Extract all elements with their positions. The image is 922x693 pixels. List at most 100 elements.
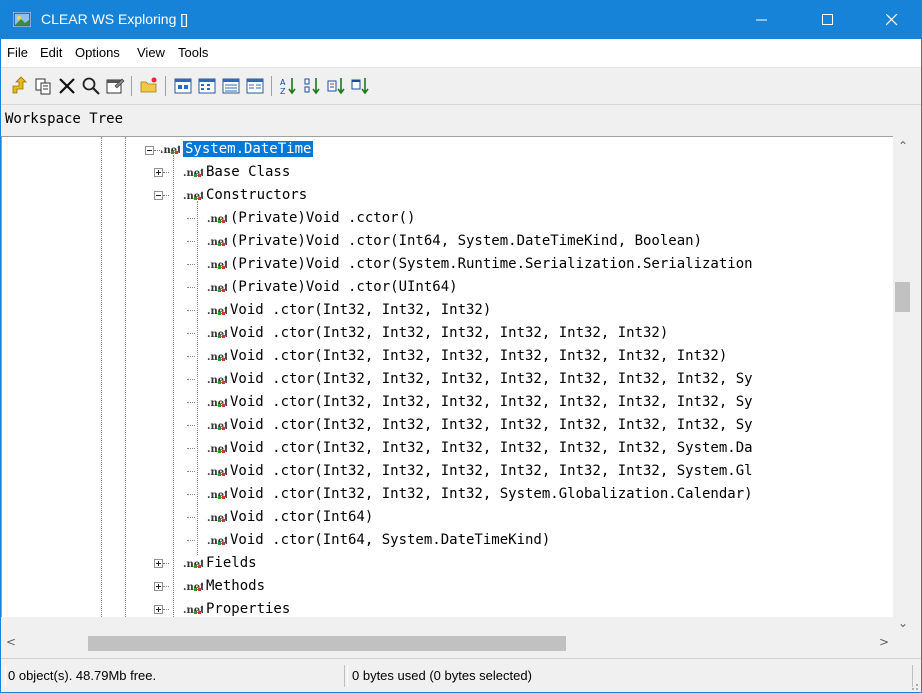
svg-text:.net: .net xyxy=(207,421,227,432)
tree-node-constructor[interactable]: .net (Private)Void .cctor() xyxy=(207,207,415,230)
tree-node-constructor[interactable]: .net (Private)Void .ctor(UInt64) xyxy=(207,276,458,299)
svg-text:.net: .net xyxy=(207,306,227,317)
tree-node-root[interactable]: .net System.DateTime xyxy=(160,138,314,161)
copy-icon[interactable] xyxy=(33,76,53,96)
toolbar: AZ xyxy=(1,68,921,105)
delete-icon[interactable] xyxy=(57,76,77,96)
tree-node-label: Void .ctor(Int32, Int32, Int32, Int32, I… xyxy=(230,417,753,433)
scroll-right-icon[interactable]: > xyxy=(879,635,889,649)
sort-by-type-icon[interactable] xyxy=(327,76,347,96)
tree-connector xyxy=(187,287,195,288)
expand-toggle[interactable] xyxy=(154,582,163,591)
tree-node-constructor[interactable]: .net Void .ctor(Int32, Int32, Int32, Int3… xyxy=(207,460,753,483)
menu-tools[interactable]: Tools xyxy=(178,45,208,60)
status-bytes-used: 0 bytes used (0 bytes selected) xyxy=(347,665,913,687)
svg-text:.net: .net xyxy=(207,260,227,271)
tree-node-label: Void .ctor(Int32, Int32, Int32) xyxy=(230,302,492,318)
tree-node-constructors[interactable]: .net Constructors xyxy=(183,184,307,207)
tree-node-base-class[interactable]: .net Base Class xyxy=(183,161,290,184)
tree-node-constructor[interactable]: .net Void .ctor(Int64) xyxy=(207,506,373,529)
dotnet-icon: .net xyxy=(207,329,227,340)
tree-node-constructor[interactable]: .net Void .ctor(Int32, Int32, Int32, Int3… xyxy=(207,391,753,414)
tree-node-label: Methods xyxy=(206,578,266,594)
vertical-scrollbar[interactable]: ⌃ ⌄ xyxy=(893,136,912,634)
horizontal-scrollbar[interactable]: < > xyxy=(1,634,893,653)
collapse-toggle-root[interactable] xyxy=(145,146,154,155)
view-details-icon[interactable] xyxy=(245,76,265,96)
tree-node-label: System.DateTime xyxy=(183,141,314,157)
dotnet-icon: .net xyxy=(207,352,227,363)
dotnet-icon: .net xyxy=(183,582,203,593)
expand-toggle[interactable] xyxy=(154,559,163,568)
properties-icon[interactable] xyxy=(105,76,125,96)
tree-connector xyxy=(187,494,195,495)
tree-node-properties[interactable]: .net Properties xyxy=(183,598,290,617)
expand-toggle[interactable] xyxy=(154,605,163,614)
svg-text:.net: .net xyxy=(160,145,180,156)
tree-connector xyxy=(163,563,169,564)
close-button[interactable] xyxy=(869,1,915,39)
view-list-icon[interactable] xyxy=(221,76,241,96)
sort-by-date-icon[interactable] xyxy=(351,76,371,96)
vertical-scroll-thumb[interactable] xyxy=(895,282,910,312)
workspace-tree[interactable]: .net System.DateTime .net Base Class .net Con… xyxy=(1,136,894,617)
tree-guide-line xyxy=(173,155,174,617)
svg-text:.net: .net xyxy=(207,375,227,386)
dotnet-icon: .net xyxy=(207,375,227,386)
horizontal-scroll-thumb[interactable] xyxy=(88,636,566,651)
tree-node-label: Void .ctor(Int64) xyxy=(230,509,374,525)
status-objects-free: 0 object(s). 48.79Mb free. xyxy=(5,665,345,687)
menu-options[interactable]: Options xyxy=(75,45,120,60)
dotnet-icon: .net xyxy=(207,467,227,478)
tree-node-constructor[interactable]: .net Void .ctor(Int32, Int32, Int32, Int3… xyxy=(207,437,753,460)
menu-file[interactable]: File xyxy=(7,45,28,60)
tree-node-constructor[interactable]: .net Void .ctor(Int32, Int32, Int32, Int3… xyxy=(207,414,753,437)
resize-grip-icon[interactable] xyxy=(907,679,919,691)
tree-node-label: Void .ctor(Int32, Int32, Int32, Int32, I… xyxy=(230,348,728,364)
svg-text:.net: .net xyxy=(207,513,227,524)
tree-node-label: Void .ctor(Int32, Int32, Int32, Int32, I… xyxy=(230,463,753,479)
open-folder-icon[interactable] xyxy=(139,76,159,96)
tree-node-methods[interactable]: .net Methods xyxy=(183,575,265,598)
tree-node-constructor[interactable]: .net (Private)Void .ctor(Int64, System.Da… xyxy=(207,230,702,253)
expand-toggle[interactable] xyxy=(154,168,163,177)
tree-node-label: Fields xyxy=(206,555,257,571)
tree-node-label: Void .ctor(Int32, Int32, Int32, System.G… xyxy=(230,486,753,502)
scroll-up-icon[interactable]: ⌃ xyxy=(898,139,908,153)
tree-connector xyxy=(187,218,195,219)
scroll-left-icon[interactable]: < xyxy=(6,635,16,649)
svg-text:.net: .net xyxy=(207,214,227,225)
tree-connector xyxy=(187,310,195,311)
tree-node-constructor[interactable]: .net Void .ctor(Int32, Int32, Int32, Int3… xyxy=(207,368,753,391)
svg-text:.net: .net xyxy=(183,605,203,616)
tree-node-constructor[interactable]: .net Void .ctor(Int32, Int32, Int32, Syst… xyxy=(207,483,753,506)
dotnet-icon: .net xyxy=(183,559,203,570)
tree-node-constructor[interactable]: .net Void .ctor(Int64, System.DateTimeKin… xyxy=(207,529,550,552)
view-large-icons-icon[interactable] xyxy=(173,76,193,96)
maximize-button[interactable] xyxy=(805,1,851,39)
dotnet-icon: .net xyxy=(207,283,227,294)
minimize-button[interactable] xyxy=(739,1,785,39)
view-small-icons-icon[interactable] xyxy=(197,76,217,96)
tree-node-constructor[interactable]: .net Void .ctor(Int32, Int32, Int32) xyxy=(207,299,491,322)
tree-node-constructor[interactable]: .net Void .ctor(Int32, Int32, Int32, Int3… xyxy=(207,345,727,368)
navigate-up-icon[interactable] xyxy=(9,76,29,96)
tree-node-label: Void .ctor(Int32, Int32, Int32, Int32, I… xyxy=(230,440,753,456)
title-bar[interactable]: CLEAR WS Exploring [] xyxy=(1,1,921,39)
tree-node-constructor[interactable]: .net Void .ctor(Int32, Int32, Int32, Int3… xyxy=(207,322,668,345)
tree-node-constructor[interactable]: .net (Private)Void .ctor(System.Runtime.S… xyxy=(207,253,753,276)
sort-descending-icon[interactable] xyxy=(303,76,323,96)
tree-node-label: Constructors xyxy=(206,187,308,203)
sort-ascending-icon[interactable]: AZ xyxy=(279,76,299,96)
scroll-down-icon[interactable]: ⌄ xyxy=(898,616,908,630)
tree-node-label: (Private)Void .ctor(System.Runtime.Seria… xyxy=(230,256,753,272)
collapse-toggle[interactable] xyxy=(154,191,163,200)
svg-text:.net: .net xyxy=(207,536,227,547)
tree-node-label: Void .ctor(Int32, Int32, Int32, Int32, I… xyxy=(230,371,753,387)
menu-view[interactable]: View xyxy=(137,45,165,60)
find-icon[interactable] xyxy=(81,76,101,96)
scroll-corner xyxy=(893,634,912,653)
tree-node-fields[interactable]: .net Fields xyxy=(183,552,257,575)
menu-edit[interactable]: Edit xyxy=(40,45,62,60)
dotnet-icon: .net xyxy=(207,513,227,524)
